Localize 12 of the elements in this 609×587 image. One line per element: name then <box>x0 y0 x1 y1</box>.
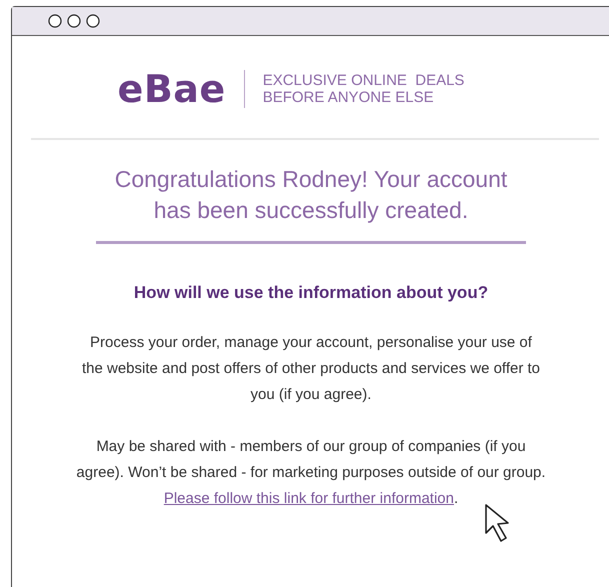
tagline-text: EXCLUSIVE ONLINE DEALS <box>262 72 464 89</box>
heading-text: Congratulations Rodney! Your account <box>114 165 508 194</box>
window-dot-icon <box>48 14 62 28</box>
paragraph-text: May be shared with - members of our group of companies (if you agree). Won’t be shared - for marketing purposes outside of our group. Please follow this link for further information. <box>75 436 547 508</box>
tagline-text: BEFORE ANYONE ELSE <box>262 89 435 106</box>
window-dot-icon <box>67 14 81 28</box>
window-dot-icon <box>86 14 100 28</box>
subheading-text: How will we use the information about you? <box>134 282 488 304</box>
info-link[interactable]: Please follow this link for further information <box>164 490 454 506</box>
logo-text: eBae <box>118 70 226 108</box>
heading-text: has been successfully created. <box>154 196 468 225</box>
paragraph-text: Process your order, manage your account, personalise your use of the website and post offers of other products and services we offer to you (if you agree). <box>81 332 541 404</box>
